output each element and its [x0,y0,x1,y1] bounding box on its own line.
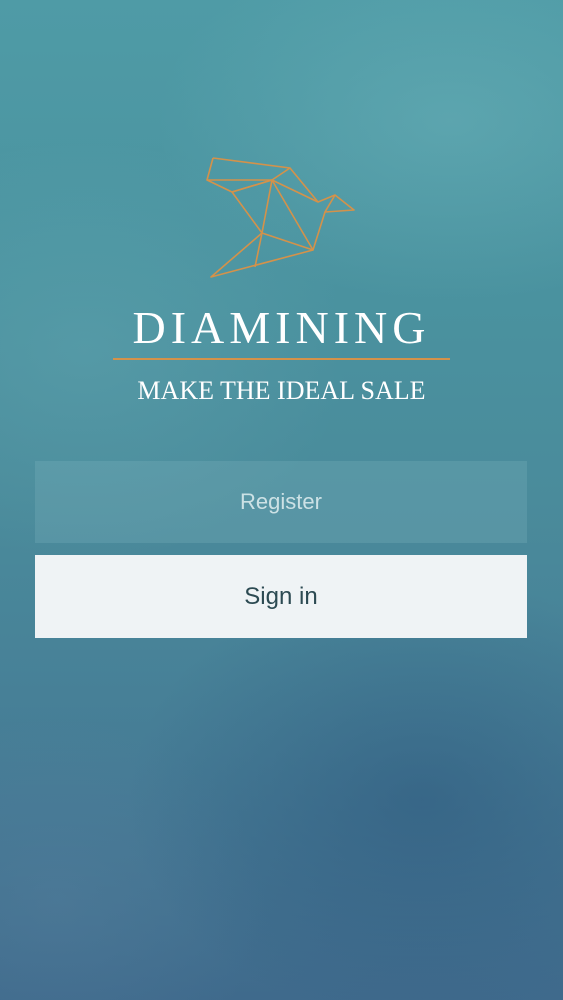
brand-divider [113,358,450,360]
sign-in-button[interactable]: Sign in [35,555,527,638]
origami-bird-icon [206,157,355,278]
brand-name: DIAMINING [132,302,431,353]
brand-tagline: MAKE THE IDEAL SALE [137,376,426,405]
register-button[interactable]: Register [35,461,527,543]
welcome-screen: DIAMINING MAKE THE IDEAL SALE Register S… [0,0,563,1000]
